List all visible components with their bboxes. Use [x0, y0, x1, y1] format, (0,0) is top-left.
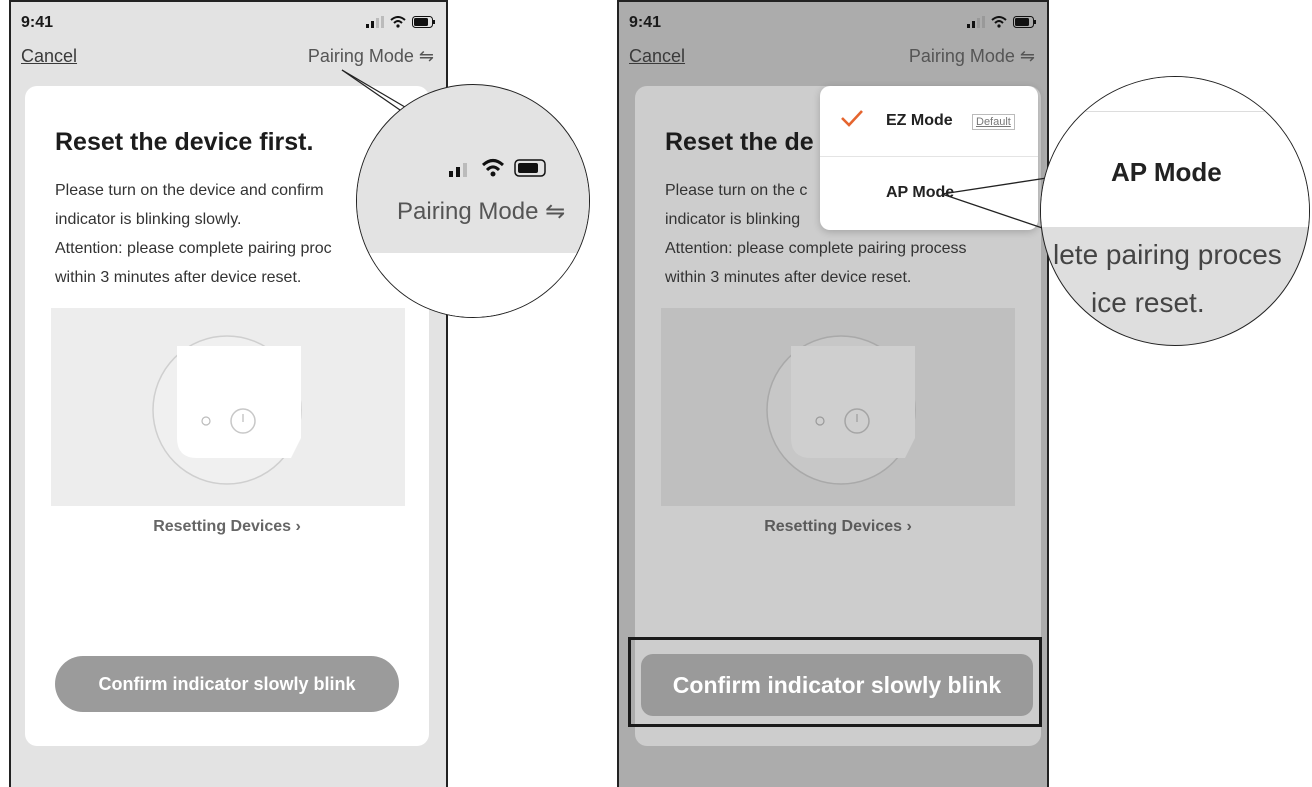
resetting-devices-link[interactable]: Resetting Devices ›	[25, 518, 429, 536]
signal-icon	[967, 16, 985, 28]
default-badge: Default	[972, 114, 1015, 130]
zoom-magnifier: Pairing Mode ⇋	[356, 84, 590, 318]
description-line: within 3 minutes after device reset.	[665, 269, 912, 286]
highlight-frame	[628, 637, 1042, 727]
battery-icon	[1013, 16, 1036, 28]
zoom-text-line: ice reset.	[1091, 287, 1205, 318]
confirm-blink-button[interactable]: Confirm indicator slowly blink	[55, 656, 399, 712]
status-time: 9:41	[629, 14, 662, 31]
status-time: 9:41	[21, 14, 54, 31]
zoom-menu-panel	[1041, 77, 1309, 227]
cancel-button[interactable]: Cancel	[21, 46, 77, 67]
device-power-icon	[152, 335, 302, 485]
zoom-ap-mode-label: AP Mode	[1111, 157, 1222, 187]
signal-icon	[366, 16, 384, 28]
card-title: Reset the de	[665, 128, 814, 156]
status-bar: 9:41	[629, 14, 1037, 36]
resetting-devices-link[interactable]: Resetting Devices ›	[635, 518, 1041, 536]
device-illustration	[51, 308, 405, 506]
device-power-icon	[766, 335, 916, 485]
card-title: Reset the device first.	[55, 128, 314, 156]
wifi-icon	[390, 16, 406, 28]
wifi-icon	[991, 16, 1007, 28]
cancel-button[interactable]: Cancel	[629, 46, 685, 67]
zoom-magnifier: AP Mode lete pairing proces ice reset.	[1040, 76, 1310, 346]
dropdown-item-ez-mode[interactable]: EZ Mode Default	[820, 86, 1038, 157]
zoom-divider	[1041, 111, 1309, 112]
zoom-status-icons	[449, 159, 546, 177]
device-illustration	[661, 308, 1015, 506]
battery-icon	[412, 16, 435, 28]
pairing-mode-button[interactable]: Pairing Mode ⇋	[909, 46, 1035, 67]
zoom-text-line: lete pairing proces	[1053, 239, 1282, 270]
checkmark-icon	[841, 110, 863, 127]
nav-bar: Cancel Pairing Mode ⇋	[629, 46, 1035, 72]
system-icons	[967, 16, 1037, 28]
system-icons	[366, 16, 436, 28]
status-bar: 9:41	[21, 14, 436, 36]
zoom-pairing-mode: Pairing Mode ⇋	[397, 198, 566, 225]
dropdown-item-label: EZ Mode	[886, 112, 953, 129]
zoom-card-edge	[357, 253, 589, 317]
